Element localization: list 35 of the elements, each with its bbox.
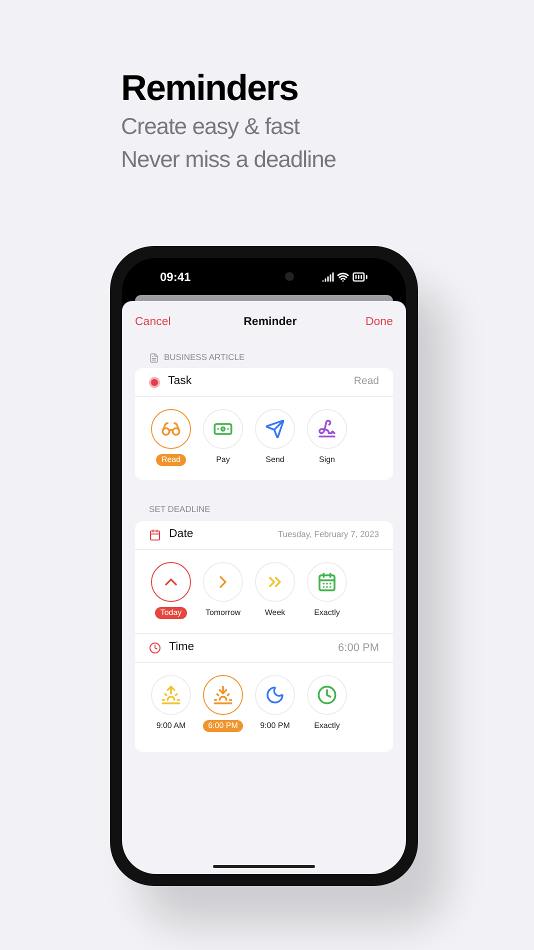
section-header: BUSINESS ARTICLE xyxy=(164,351,245,364)
option-label: Sign xyxy=(318,454,336,466)
cancel-button[interactable]: Cancel xyxy=(135,314,171,332)
subtitle: Create easy & fast xyxy=(121,112,301,141)
option-label: Pay xyxy=(215,454,231,466)
row-value: Read xyxy=(354,374,379,390)
wifi-icon xyxy=(337,270,349,282)
subtitle: Never miss a deadline xyxy=(121,145,337,174)
option-label: Send xyxy=(264,454,286,466)
clock-icon xyxy=(149,642,161,654)
row-label: Task xyxy=(168,374,192,390)
calendar-icon xyxy=(149,528,161,541)
headline: Reminders xyxy=(121,66,300,110)
option-label: Today xyxy=(155,606,187,619)
done-button[interactable]: Done xyxy=(365,314,393,332)
section-header: SET DEADLINE xyxy=(148,503,212,516)
row-label: Time xyxy=(169,640,194,656)
option-label: 9:00 PM xyxy=(259,720,291,732)
option-label: Exactly xyxy=(313,720,341,732)
row-value: 6:00 PM xyxy=(338,640,379,656)
status-time: 09:41 xyxy=(160,268,191,286)
row-label: Date xyxy=(169,527,194,542)
row-value: Tuesday, February 7, 2023 xyxy=(278,528,379,542)
document-icon xyxy=(149,352,159,363)
option-label: Tomorrow xyxy=(204,606,242,619)
option-label: 9:00 AM xyxy=(155,720,187,732)
option-button[interactable] xyxy=(203,674,243,715)
signal-icon xyxy=(322,270,334,282)
option-label: Exactly xyxy=(313,606,341,619)
sheet-title: Reminder xyxy=(244,315,297,330)
option-label: Read xyxy=(156,454,186,466)
option-label: Week xyxy=(264,606,286,619)
option-button[interactable] xyxy=(151,409,191,449)
option-label: 6:00 PM xyxy=(203,720,243,732)
option-button[interactable] xyxy=(151,562,191,602)
